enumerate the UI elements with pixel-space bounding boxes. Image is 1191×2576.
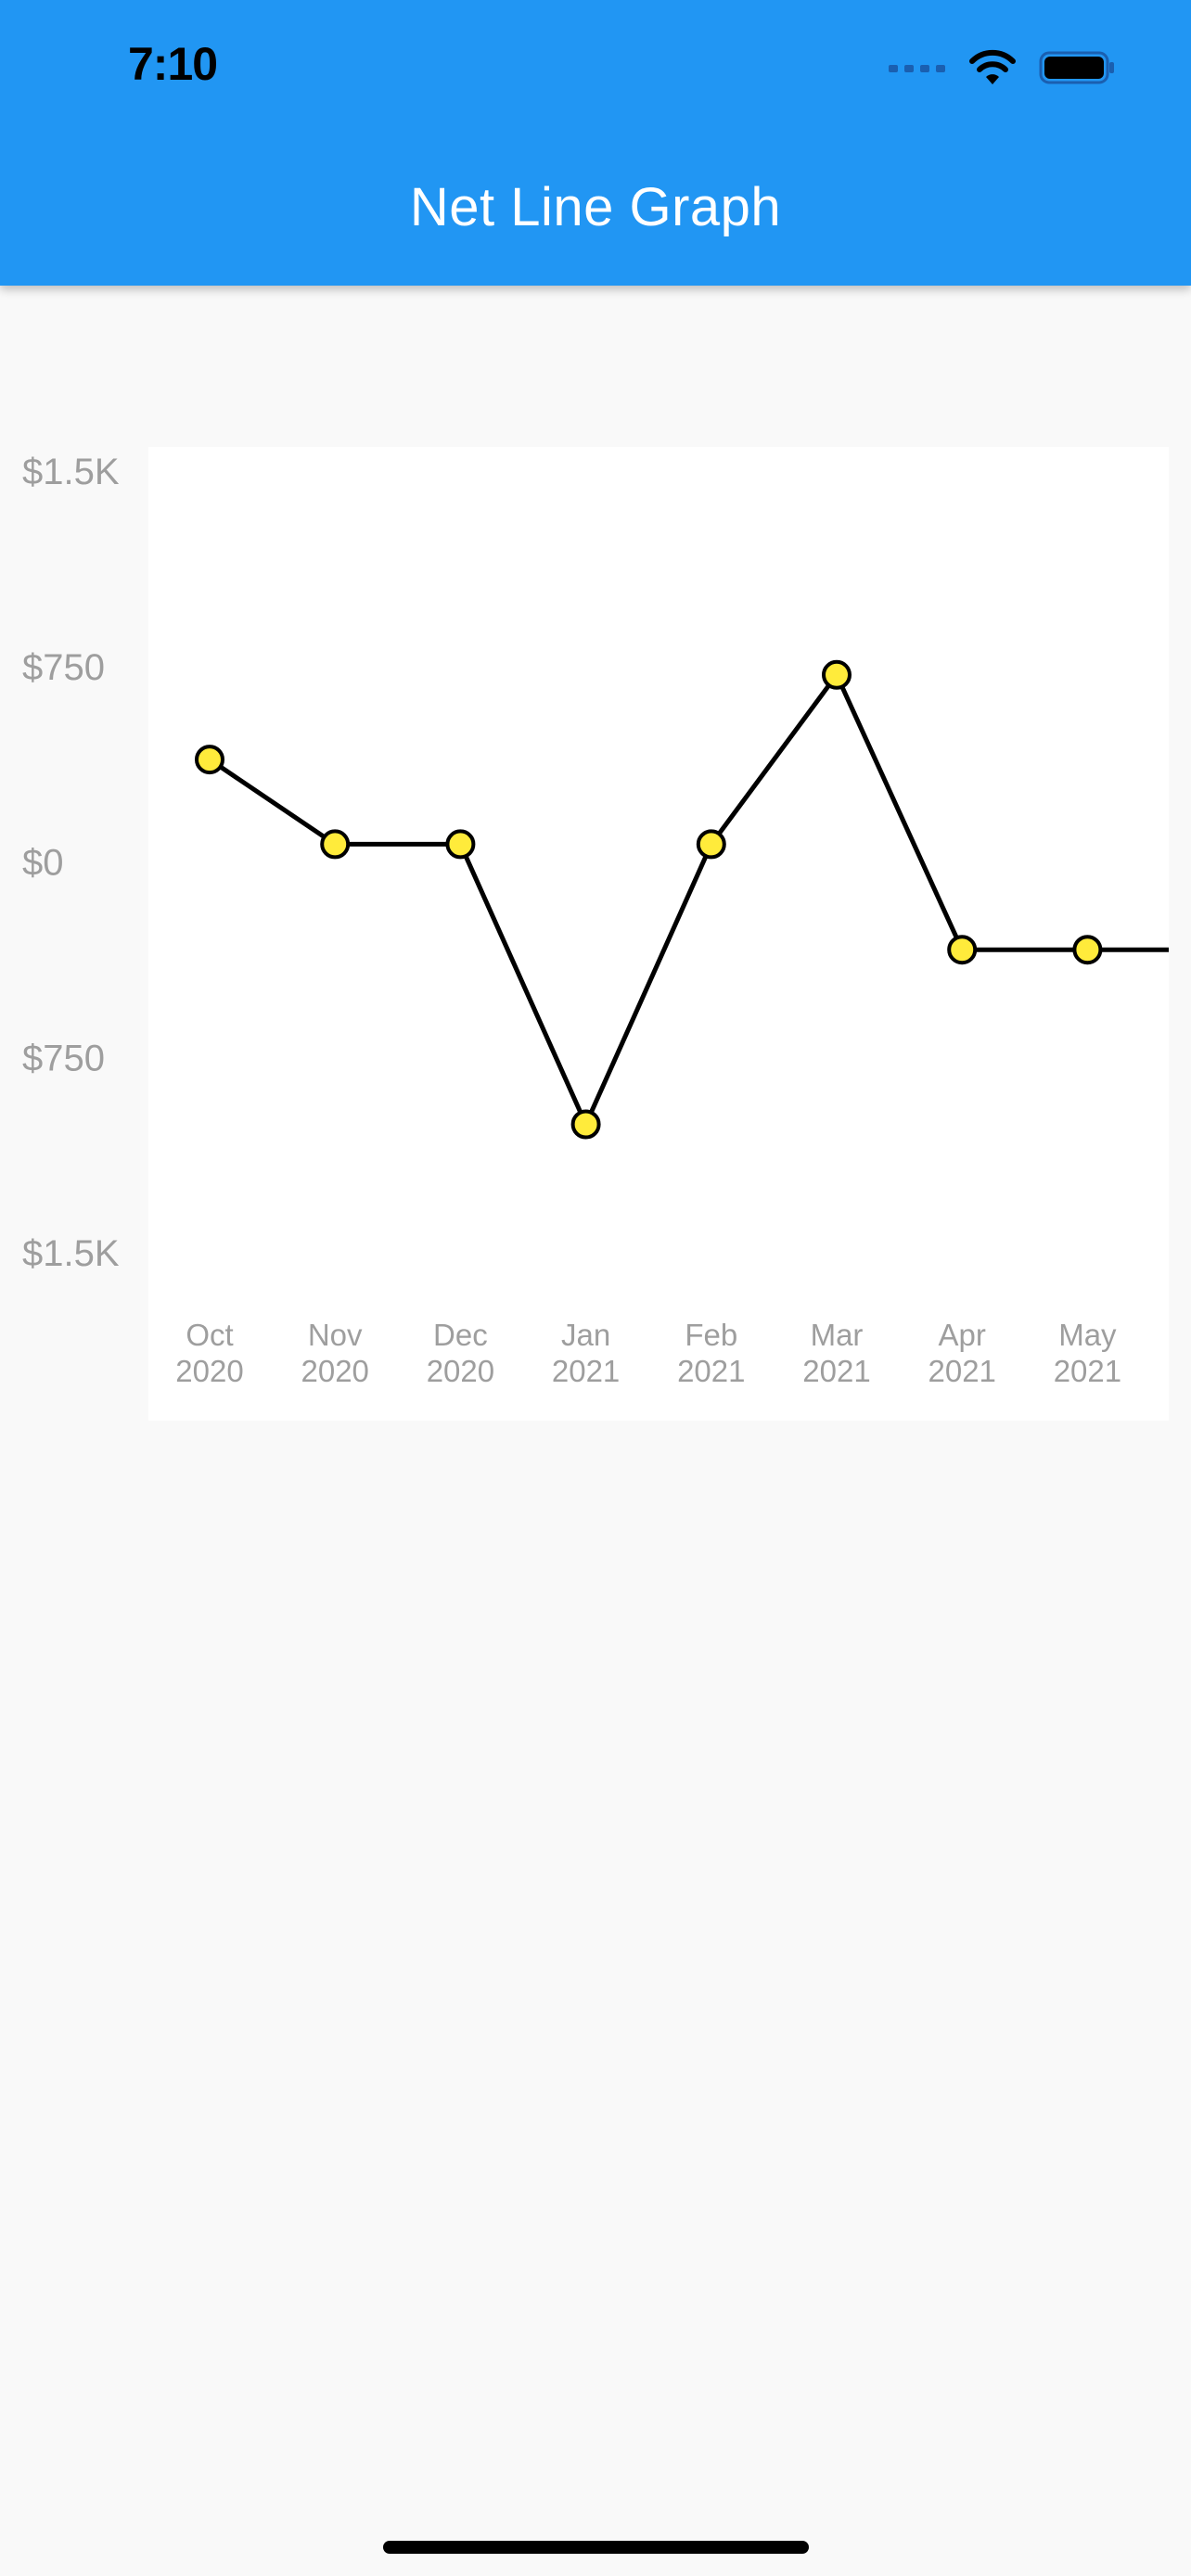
y-tick-label: $1.5K xyxy=(22,452,120,492)
data-point-4[interactable] xyxy=(696,829,726,860)
y-tick-label: $1.5K xyxy=(22,1233,120,1274)
x-tick-year: 2021 xyxy=(1054,1354,1121,1388)
x-tick-month: Oct xyxy=(186,1318,233,1352)
app-title: Net Line Graph xyxy=(409,177,782,237)
battery-icon xyxy=(1039,51,1114,84)
x-tick-year: 2021 xyxy=(677,1354,745,1388)
x-tick-year: 2020 xyxy=(427,1354,494,1388)
x-tick-year: 2020 xyxy=(301,1354,368,1388)
data-point-3[interactable] xyxy=(570,1109,601,1140)
y-axis: $1.5K $750 $0 $750 $1.5K xyxy=(22,452,120,1274)
x-tick-month: Jan xyxy=(561,1318,610,1352)
plot-area xyxy=(148,447,1169,1421)
x-tick-month: Feb xyxy=(685,1318,737,1352)
data-point-1[interactable] xyxy=(320,829,351,860)
wifi-icon xyxy=(969,49,1016,84)
y-tick-label: $750 xyxy=(22,647,105,688)
net-line-chart: $1.5K$750$0$750$1.5K Oct 2020Nov 2020Dec 20… xyxy=(22,447,1169,1421)
data-point-6[interactable] xyxy=(947,935,978,965)
x-tick-year: 2020 xyxy=(175,1354,243,1388)
x-tick-month: May xyxy=(1058,1318,1117,1352)
data-point-0[interactable] xyxy=(195,745,224,775)
x-tick-month: Mar xyxy=(811,1318,864,1352)
data-point-7[interactable] xyxy=(1072,935,1103,965)
chart-container: $1.5K $750 $0 $750 $1.5K Oct 2020 Nov 2020 Dec 20… xyxy=(0,286,1191,1491)
x-tick-year: 2021 xyxy=(552,1354,620,1388)
y-tick-label: $0 xyxy=(22,843,64,884)
x-tick-month: Apr xyxy=(939,1318,986,1352)
x-tick-month: Nov xyxy=(308,1318,363,1352)
y-tick-label: $750 xyxy=(22,1038,105,1078)
app-bar: 7:10 Net Line Graph xyxy=(0,0,1191,286)
cellular-signal-icon xyxy=(889,65,945,72)
status-time: 7:10 xyxy=(128,38,218,90)
x-tick-year: 2021 xyxy=(928,1354,995,1388)
data-point-5[interactable] xyxy=(822,659,852,690)
x-tick-year: 2021 xyxy=(802,1354,870,1388)
x-tick-month: Dec xyxy=(433,1318,488,1352)
data-point-2[interactable] xyxy=(445,829,476,860)
status-icons xyxy=(889,45,1115,91)
home-indicator[interactable] xyxy=(383,2541,809,2554)
